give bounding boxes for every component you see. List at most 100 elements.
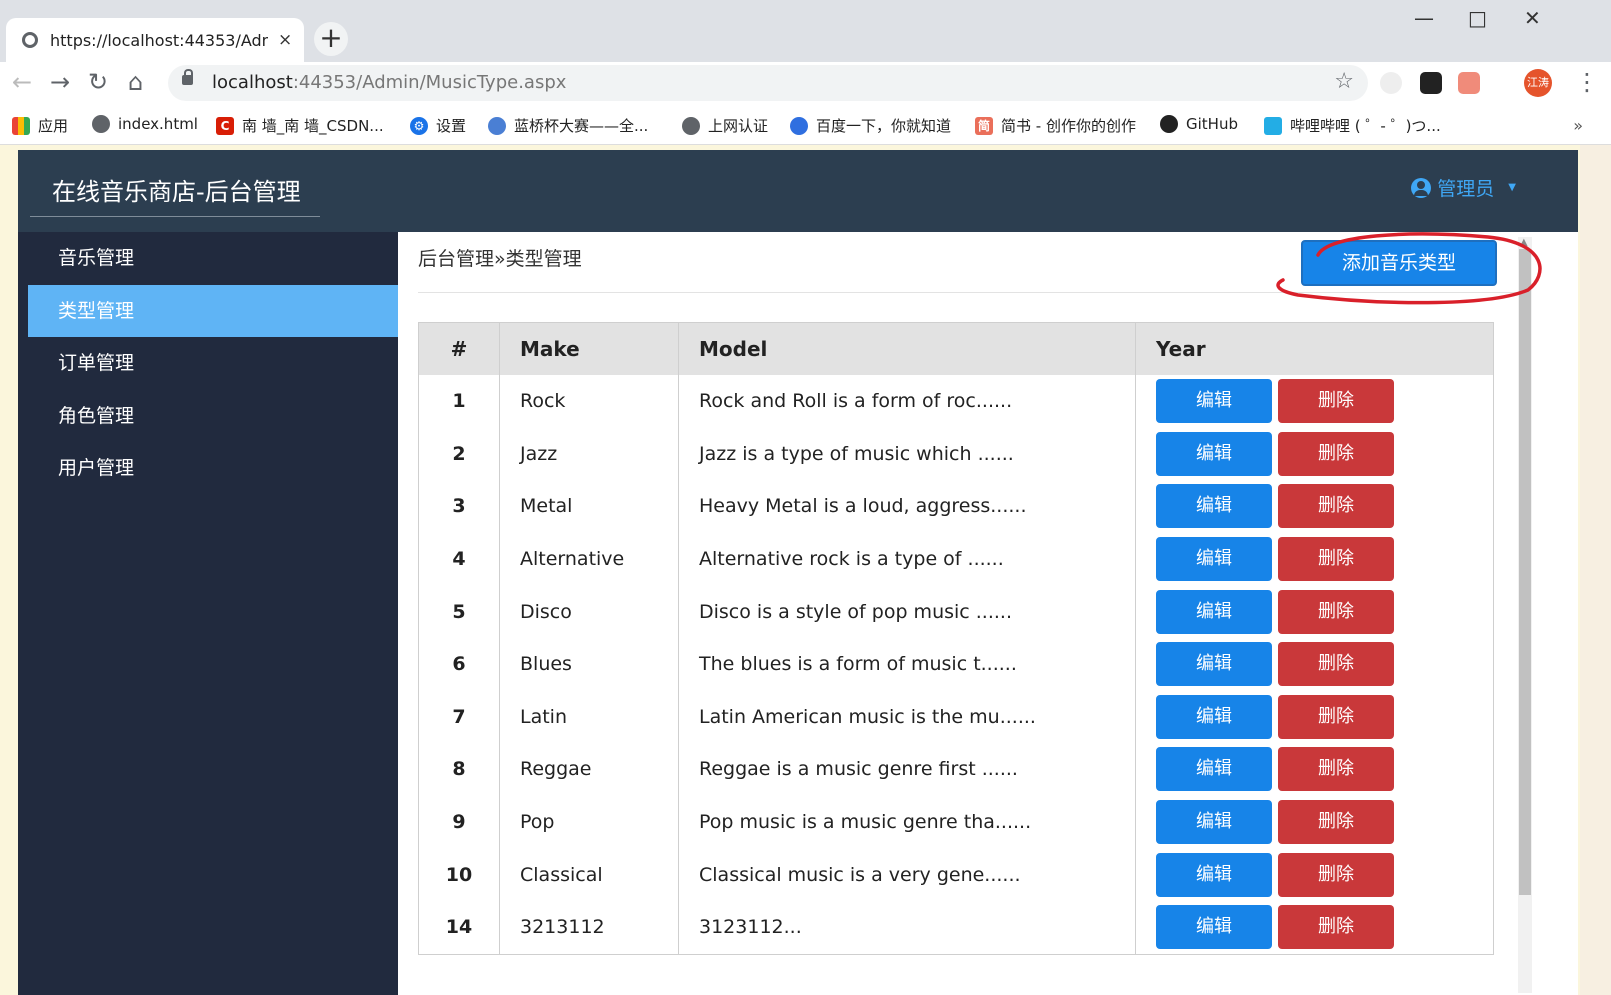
table-row: 6 Blues The blues is a form of music t....… [418,637,1494,691]
home-icon[interactable]: ⌂ [128,68,143,96]
bookmark-item[interactable]: 百度一下，你就知道 [790,115,951,136]
bookmark-item[interactable]: index.html [92,115,198,133]
delete-button[interactable]: 删除 [1278,905,1394,950]
profile-avatar[interactable]: 江涛 [1524,69,1552,97]
app-brand[interactable]: 在线音乐商店-后台管理 [52,172,301,207]
row-id: 9 [418,795,500,849]
sidebar-item-roles[interactable]: 角色管理 [28,390,398,442]
edit-button[interactable]: 编辑 [1156,905,1272,950]
row-actions: 编辑 删除 [1135,427,1494,481]
sidebar-item-users[interactable]: 用户管理 [28,442,398,494]
row-make: Latin [499,690,679,744]
bookmark-item[interactable]: 应用 [12,115,68,136]
browser-menu-icon[interactable]: ⋮ [1575,68,1599,96]
tab-title: https://localhost:44353/Admin [50,30,268,50]
url-path: :44353/Admin/MusicType.aspx [292,72,567,93]
delete-button[interactable]: 删除 [1278,537,1394,582]
row-make: Reggae [499,743,679,796]
bookmark-label: 百度一下，你就知道 [816,117,952,135]
row-make: Alternative [499,532,679,586]
red-annotation-circle [1276,232,1542,305]
row-id: 14 [418,900,500,955]
edit-button[interactable]: 编辑 [1156,589,1272,634]
row-make: Blues [499,637,679,691]
delete-button[interactable]: 删除 [1278,694,1394,739]
row-id: 8 [418,743,500,796]
brand-divider [30,216,320,217]
delete-button[interactable]: 删除 [1278,747,1394,792]
bookmark-item[interactable]: 哔哩哔哩 ( ゜- ゜)つ... [1264,115,1441,136]
bookmark-item[interactable]: ⚙ 设置 [410,115,466,136]
browser-tab[interactable]: https://localhost:44353/Admin × [6,18,304,62]
delete-button[interactable]: 删除 [1278,852,1394,897]
sidebar-item-orders[interactable]: 订单管理 [28,337,398,389]
bookmark-label: GitHub [1186,115,1238,133]
bookmarks-bar: 应用 index.html C 南 墙_南 墙_CSDN... ⚙ 设置 蓝桥杯大赛… [0,106,1611,145]
tab-close-icon[interactable]: × [278,30,292,50]
edit-button[interactable]: 编辑 [1156,537,1272,582]
extension-icon[interactable] [1458,72,1480,94]
back-icon[interactable]: ← [12,68,32,96]
edit-button[interactable]: 编辑 [1156,642,1272,687]
bookmark-label: 蓝桥杯大赛——全... [514,117,649,135]
globe-icon [22,32,38,48]
window-close-icon[interactable]: ✕ [1524,6,1541,30]
row-model: 3123112... [678,900,1136,955]
delete-button[interactable]: 删除 [1278,431,1394,476]
bookmark-label: 设置 [436,117,467,135]
delete-button[interactable]: 删除 [1278,484,1394,529]
edit-button[interactable]: 编辑 [1156,379,1272,424]
row-actions: 编辑 删除 [1135,848,1494,901]
row-make: Metal [499,480,679,533]
row-model: Heavy Metal is a loud, aggress...... [678,480,1136,533]
edit-button[interactable]: 编辑 [1156,747,1272,792]
globe-icon [92,115,110,133]
sidebar-item-types[interactable]: 类型管理 [28,284,398,337]
sidebar-item-music[interactable]: 音乐管理 [28,232,398,284]
row-id: 1 [418,375,500,428]
delete-button[interactable]: 删除 [1278,379,1394,424]
address-bar[interactable]: localhost:44353/Admin/MusicType.aspx ☆ [168,65,1368,101]
edit-button[interactable]: 编辑 [1156,852,1272,897]
edit-button[interactable]: 编辑 [1156,431,1272,476]
page-backdrop-edge [1580,145,1611,995]
url-text[interactable]: localhost:44353/Admin/MusicType.aspx [212,72,566,93]
bookmark-item[interactable]: C 南 墙_南 墙_CSDN... [216,115,384,136]
extension-icon[interactable] [1420,72,1442,94]
scrollbar-thumb[interactable] [1519,249,1531,895]
csdn-icon: C [216,116,234,135]
edit-button[interactable]: 编辑 [1156,694,1272,739]
delete-button[interactable]: 删除 [1278,800,1394,845]
breadcrumb: 后台管理»类型管理 [418,248,582,270]
minimize-icon[interactable]: — [1414,6,1434,30]
bookmark-item[interactable]: 上网认证 [682,115,768,136]
new-tab-button[interactable]: + [314,22,348,56]
bookmark-item[interactable]: GitHub [1160,115,1238,133]
scrollbar[interactable]: ▲ [1518,237,1532,993]
forward-icon[interactable]: → [50,68,70,96]
extension-icon[interactable] [1380,72,1402,94]
edit-button[interactable]: 编辑 [1156,484,1272,529]
maximize-icon[interactable]: □ [1468,6,1487,30]
column-header: Model [678,322,1136,375]
row-actions: 编辑 删除 [1135,690,1494,744]
bookmark-item[interactable]: 简简书 - 创作你的创作 [975,115,1136,136]
bookmark-star-icon[interactable]: ☆ [1334,69,1354,94]
row-actions: 编辑 删除 [1135,480,1494,533]
delete-button[interactable]: 删除 [1278,589,1394,634]
main-content: 后台管理»类型管理 添加音乐类型 # Make Model Year 1 Rock… [398,232,1578,995]
user-menu[interactable]: 管理员 ▼ [1411,174,1516,201]
globe-icon [682,116,700,135]
reload-icon[interactable]: ↻ [88,68,108,96]
edit-button[interactable]: 编辑 [1156,800,1272,845]
row-actions: 编辑 删除 [1135,795,1494,849]
bookmarks-more-icon[interactable]: » [1573,116,1583,135]
browser-toolbar: ← → ↻ ⌂ localhost:44353/Admin/MusicType.… [0,62,1611,106]
music-type-table: # Make Model Year 1 Rock Rock and Roll is … [418,322,1494,955]
row-id: 4 [418,532,500,586]
lock-icon [182,69,193,85]
row-make: Rock [499,375,679,428]
apps-grid-icon [12,116,30,135]
delete-button[interactable]: 删除 [1278,642,1394,687]
bookmark-item[interactable]: 蓝桥杯大赛——全... [488,115,648,136]
